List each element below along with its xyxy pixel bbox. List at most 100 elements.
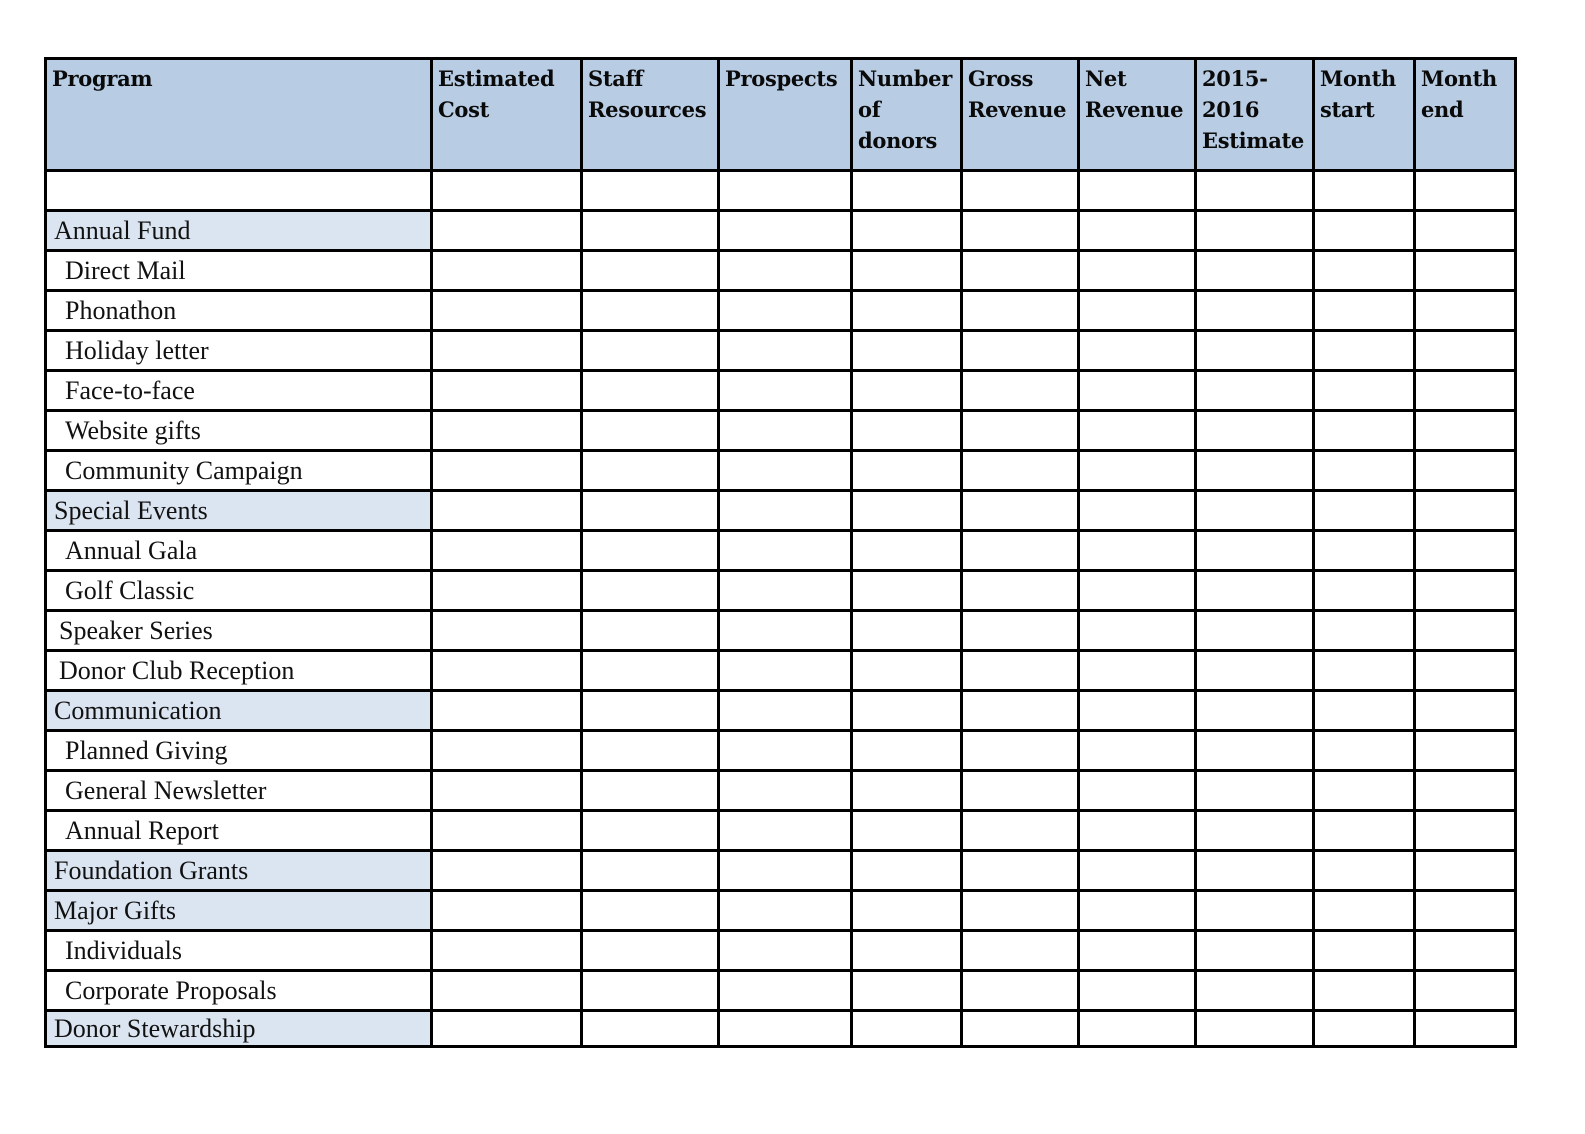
- cell-net-revenue[interactable]: [1077, 249, 1197, 292]
- cell-month-start[interactable]: [1312, 769, 1416, 812]
- program-label[interactable]: Community Campaign: [44, 449, 433, 492]
- cell-month-start[interactable]: [1312, 169, 1416, 212]
- cell-gross-revenue[interactable]: [960, 169, 1080, 212]
- cell-net-revenue[interactable]: [1077, 569, 1197, 612]
- cell-estimate-2015-2016[interactable]: [1194, 649, 1315, 692]
- program-label[interactable]: Phonathon: [44, 289, 433, 332]
- cell-net-revenue[interactable]: [1077, 609, 1197, 652]
- cell-estimate-2015-2016[interactable]: [1194, 449, 1315, 492]
- cell-net-revenue[interactable]: [1077, 489, 1197, 532]
- cell-month-start[interactable]: [1312, 649, 1416, 692]
- cell-staff-resources[interactable]: [580, 369, 720, 412]
- cell-number-of-donors[interactable]: [850, 449, 963, 492]
- cell-net-revenue[interactable]: [1077, 449, 1197, 492]
- section-label[interactable]: Major Gifts: [44, 889, 433, 932]
- cell-estimate-2015-2016[interactable]: [1194, 809, 1315, 852]
- cell-number-of-donors[interactable]: [850, 1009, 963, 1048]
- program-label[interactable]: Donor Club Reception: [44, 649, 433, 692]
- cell-month-start[interactable]: [1312, 609, 1416, 652]
- cell-net-revenue[interactable]: [1077, 889, 1197, 932]
- cell-month-end[interactable]: [1413, 569, 1517, 612]
- cell-net-revenue[interactable]: [1077, 929, 1197, 972]
- cell-gross-revenue[interactable]: [960, 409, 1080, 452]
- cell-number-of-donors[interactable]: [850, 249, 963, 292]
- cell-estimated-cost[interactable]: [430, 769, 583, 812]
- cell-staff-resources[interactable]: [580, 769, 720, 812]
- cell-prospects[interactable]: [717, 689, 853, 732]
- cell-number-of-donors[interactable]: [850, 809, 963, 852]
- cell-estimate-2015-2016[interactable]: [1194, 1009, 1315, 1048]
- program-label[interactable]: [44, 169, 433, 212]
- cell-estimate-2015-2016[interactable]: [1194, 689, 1315, 732]
- cell-estimate-2015-2016[interactable]: [1194, 849, 1315, 892]
- cell-month-end[interactable]: [1413, 1009, 1517, 1048]
- cell-prospects[interactable]: [717, 369, 853, 412]
- cell-estimated-cost[interactable]: [430, 169, 583, 212]
- cell-month-end[interactable]: [1413, 449, 1517, 492]
- cell-estimate-2015-2016[interactable]: [1194, 929, 1315, 972]
- cell-prospects[interactable]: [717, 409, 853, 452]
- cell-month-end[interactable]: [1413, 689, 1517, 732]
- section-label[interactable]: Foundation Grants: [44, 849, 433, 892]
- cell-month-end[interactable]: [1413, 169, 1517, 212]
- cell-estimate-2015-2016[interactable]: [1194, 369, 1315, 412]
- cell-number-of-donors[interactable]: [850, 489, 963, 532]
- cell-prospects[interactable]: [717, 169, 853, 212]
- cell-estimated-cost[interactable]: [430, 409, 583, 452]
- cell-net-revenue[interactable]: [1077, 1009, 1197, 1048]
- cell-net-revenue[interactable]: [1077, 409, 1197, 452]
- cell-month-start[interactable]: [1312, 809, 1416, 852]
- cell-gross-revenue[interactable]: [960, 329, 1080, 372]
- cell-month-start[interactable]: [1312, 1009, 1416, 1048]
- cell-number-of-donors[interactable]: [850, 169, 963, 212]
- cell-net-revenue[interactable]: [1077, 969, 1197, 1012]
- cell-gross-revenue[interactable]: [960, 649, 1080, 692]
- cell-month-start[interactable]: [1312, 889, 1416, 932]
- cell-month-end[interactable]: [1413, 769, 1517, 812]
- cell-month-end[interactable]: [1413, 329, 1517, 372]
- cell-month-end[interactable]: [1413, 489, 1517, 532]
- cell-estimated-cost[interactable]: [430, 289, 583, 332]
- cell-number-of-donors[interactable]: [850, 889, 963, 932]
- cell-number-of-donors[interactable]: [850, 849, 963, 892]
- cell-month-end[interactable]: [1413, 849, 1517, 892]
- cell-month-end[interactable]: [1413, 209, 1517, 252]
- cell-prospects[interactable]: [717, 929, 853, 972]
- cell-estimate-2015-2016[interactable]: [1194, 249, 1315, 292]
- cell-month-end[interactable]: [1413, 409, 1517, 452]
- cell-number-of-donors[interactable]: [850, 529, 963, 572]
- cell-prospects[interactable]: [717, 729, 853, 772]
- section-label[interactable]: Annual Fund: [44, 209, 433, 252]
- cell-estimate-2015-2016[interactable]: [1194, 609, 1315, 652]
- cell-net-revenue[interactable]: [1077, 729, 1197, 772]
- program-label[interactable]: Website gifts: [44, 409, 433, 452]
- cell-month-end[interactable]: [1413, 649, 1517, 692]
- cell-month-start[interactable]: [1312, 249, 1416, 292]
- cell-staff-resources[interactable]: [580, 689, 720, 732]
- cell-estimate-2015-2016[interactable]: [1194, 969, 1315, 1012]
- cell-number-of-donors[interactable]: [850, 409, 963, 452]
- cell-estimated-cost[interactable]: [430, 209, 583, 252]
- cell-number-of-donors[interactable]: [850, 689, 963, 732]
- cell-prospects[interactable]: [717, 609, 853, 652]
- cell-net-revenue[interactable]: [1077, 769, 1197, 812]
- cell-gross-revenue[interactable]: [960, 249, 1080, 292]
- cell-prospects[interactable]: [717, 209, 853, 252]
- cell-gross-revenue[interactable]: [960, 889, 1080, 932]
- cell-estimate-2015-2016[interactable]: [1194, 569, 1315, 612]
- program-label[interactable]: Annual Report: [44, 809, 433, 852]
- cell-gross-revenue[interactable]: [960, 369, 1080, 412]
- cell-month-end[interactable]: [1413, 249, 1517, 292]
- cell-net-revenue[interactable]: [1077, 329, 1197, 372]
- cell-month-end[interactable]: [1413, 289, 1517, 332]
- cell-staff-resources[interactable]: [580, 329, 720, 372]
- cell-staff-resources[interactable]: [580, 249, 720, 292]
- cell-net-revenue[interactable]: [1077, 689, 1197, 732]
- program-label[interactable]: Annual Gala: [44, 529, 433, 572]
- cell-estimated-cost[interactable]: [430, 529, 583, 572]
- cell-number-of-donors[interactable]: [850, 609, 963, 652]
- cell-number-of-donors[interactable]: [850, 369, 963, 412]
- cell-staff-resources[interactable]: [580, 929, 720, 972]
- cell-number-of-donors[interactable]: [850, 289, 963, 332]
- cell-net-revenue[interactable]: [1077, 289, 1197, 332]
